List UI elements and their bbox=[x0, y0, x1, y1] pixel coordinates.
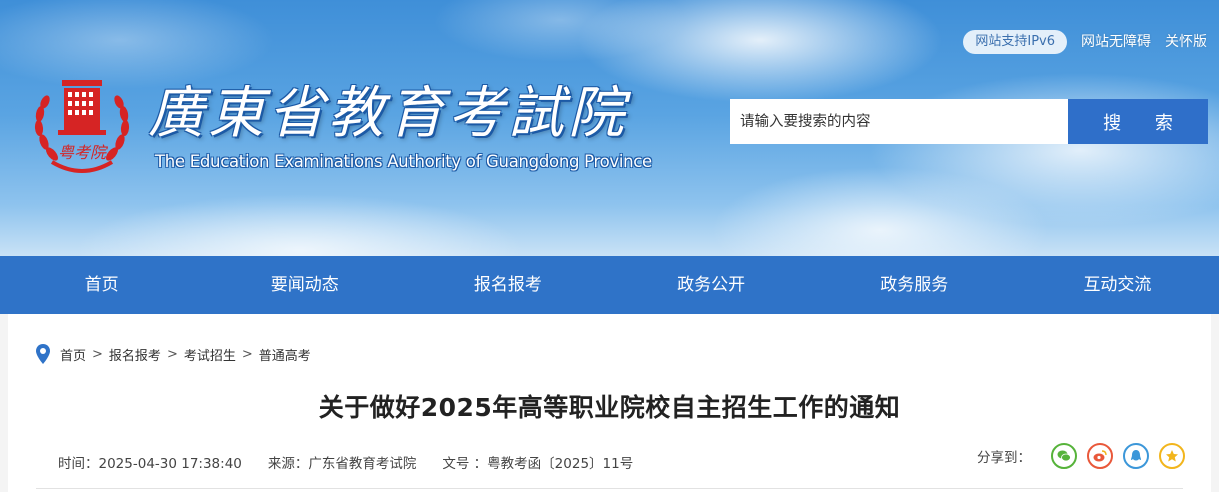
site-title: 廣東省教育考試院 bbox=[148, 81, 628, 146]
content-divider bbox=[36, 488, 1183, 489]
share-label: 分享到： bbox=[977, 450, 1031, 466]
accessibility-link[interactable]: 网站无障碍 bbox=[1081, 32, 1151, 52]
article-meta: 时间：2025-04-30 17:38:40 来源：广东省教育考试院 文号 ：粤… bbox=[58, 452, 659, 472]
site-logo-emblem[interactable]: 粤考院 bbox=[30, 70, 134, 182]
search-input[interactable] bbox=[730, 99, 1068, 144]
article-title: 关于做好2025年高等职业院校自主招生工作的通知 bbox=[318, 393, 901, 422]
main-nav: 首页 要闻动态 报名报考 政务公开 政务服务 互动交流 bbox=[0, 256, 1219, 314]
nav-item-home[interactable]: 首页 bbox=[0, 256, 203, 314]
breadcrumb-separator: > bbox=[92, 346, 103, 362]
document-number: 文号 ：粤教考函〔2025〕11号 bbox=[442, 456, 634, 472]
article-container: 首页 > 报名报考 > 考试招生 > 普通高考 关于做好2025年高等职业院校自… bbox=[8, 314, 1211, 492]
top-links: 网站支持IPv6 网站无障碍 关怀版 bbox=[963, 30, 1207, 54]
breadcrumb-registration[interactable]: 报名报考 bbox=[109, 345, 161, 364]
nav-item-government-services[interactable]: 政务服务 bbox=[813, 256, 1016, 314]
favorite-icon[interactable] bbox=[1159, 443, 1185, 469]
search-button[interactable]: 搜 索 bbox=[1068, 99, 1208, 144]
ipv6-badge: 网站支持IPv6 bbox=[963, 30, 1067, 54]
breadcrumb: 首页 > 报名报考 > 考试招生 > 普通高考 bbox=[36, 344, 311, 364]
breadcrumb-home[interactable]: 首页 bbox=[60, 345, 86, 364]
nav-item-news[interactable]: 要闻动态 bbox=[203, 256, 406, 314]
care-mode-link[interactable]: 关怀版 bbox=[1165, 32, 1207, 52]
wechat-icon[interactable] bbox=[1051, 443, 1077, 469]
nav-item-government-affairs[interactable]: 政务公开 bbox=[610, 256, 813, 314]
search-bar: 搜 索 bbox=[730, 99, 1208, 144]
site-subtitle: The Education Examinations Authority of … bbox=[155, 152, 652, 171]
nav-item-interaction[interactable]: 互动交流 bbox=[1016, 256, 1219, 314]
location-pin-icon bbox=[36, 344, 50, 364]
publish-time: 时间：2025-04-30 17:38:40 bbox=[58, 456, 242, 472]
share-bar: 分享到： bbox=[977, 443, 1185, 469]
nav-item-registration[interactable]: 报名报考 bbox=[406, 256, 609, 314]
qq-icon[interactable] bbox=[1123, 443, 1149, 469]
breadcrumb-separator: > bbox=[166, 346, 178, 362]
breadcrumb-gaokao[interactable]: 普通高考 bbox=[259, 345, 311, 364]
breadcrumb-exam-admission[interactable]: 考试招生 bbox=[184, 345, 236, 364]
weibo-icon[interactable] bbox=[1087, 443, 1113, 469]
article-source: 来源：广东省教育考试院 bbox=[267, 456, 417, 472]
breadcrumb-separator: > bbox=[241, 346, 253, 362]
header-banner: 粤考院 廣東省教育考試院 The Education Examinations … bbox=[0, 0, 1219, 256]
emblem-text: 粤考院 bbox=[58, 143, 109, 162]
